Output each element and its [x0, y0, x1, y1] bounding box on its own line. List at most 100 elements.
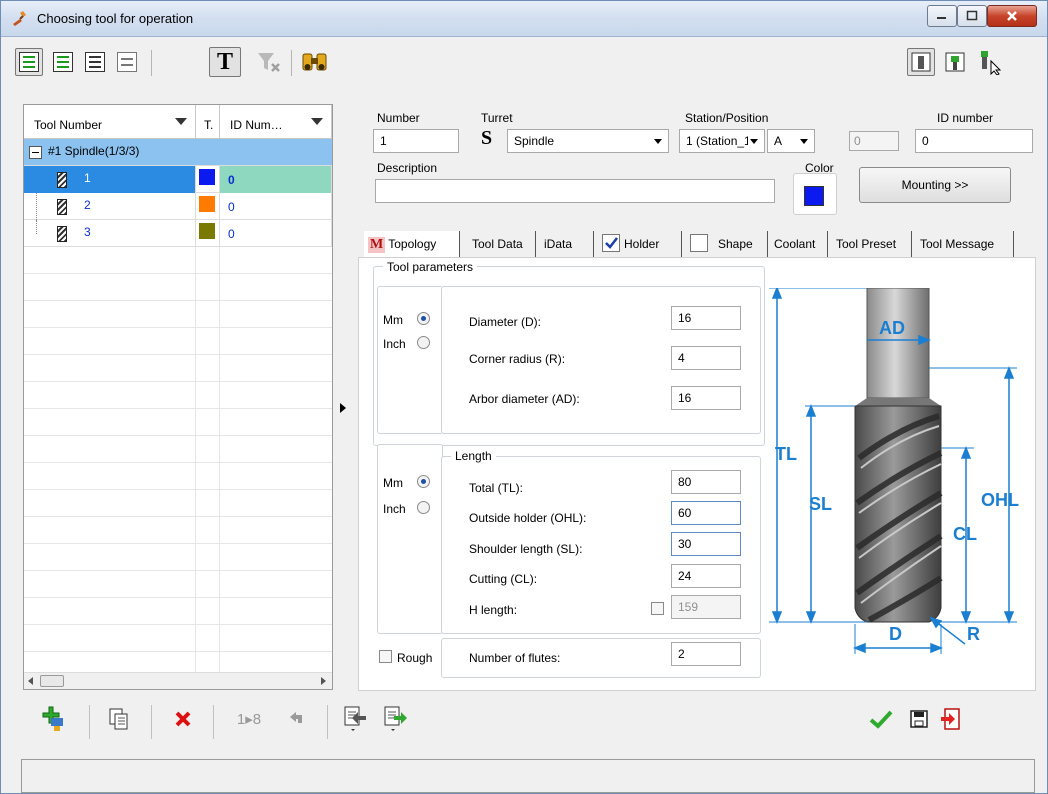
- grid-empty-area: [24, 247, 332, 672]
- end-mill-icon: [57, 226, 67, 242]
- arbor-diameter-field[interactable]: 16: [671, 386, 741, 410]
- color-picker[interactable]: [793, 173, 837, 215]
- tab-tool-preset[interactable]: Tool Preset: [832, 231, 912, 257]
- cutting-length-field[interactable]: 24: [671, 564, 741, 588]
- tab-tool-message[interactable]: Tool Message: [916, 231, 1014, 257]
- scroll-right-icon[interactable]: [321, 677, 326, 685]
- tool-mm-radio[interactable]: [417, 312, 430, 325]
- view-list-button[interactable]: [81, 48, 109, 76]
- tab-holder[interactable]: Holder: [598, 231, 682, 257]
- flutes-field[interactable]: 2: [671, 642, 741, 666]
- end-mill-diagram: AD TL SL OHL CL D R: [769, 288, 1019, 654]
- tool-row[interactable]: 1 0: [24, 166, 332, 193]
- exit-button[interactable]: [937, 705, 965, 733]
- maximize-button[interactable]: [957, 5, 987, 27]
- mounting-button[interactable]: Mounting >>: [859, 167, 1011, 203]
- shoulder-length-field[interactable]: 30: [671, 532, 741, 556]
- total-length-field[interactable]: 80: [671, 470, 741, 494]
- scroll-left-icon[interactable]: [28, 677, 33, 685]
- tab-label: Tool Message: [920, 237, 995, 251]
- tool-holder-button[interactable]: [941, 48, 969, 76]
- splitter-arrow-icon[interactable]: [340, 403, 346, 413]
- column-label: T.: [204, 118, 214, 132]
- turret-select[interactable]: Spindle: [507, 129, 669, 153]
- toolbar-separator: [213, 705, 214, 739]
- h-length-checkbox[interactable]: [651, 602, 664, 615]
- tab-topology[interactable]: M Topology: [364, 231, 460, 257]
- sort-icon: [311, 118, 323, 125]
- add-tool-button[interactable]: [39, 705, 67, 733]
- shape-checkbox[interactable]: [690, 233, 708, 252]
- end-mill-icon: [57, 172, 67, 188]
- position-select[interactable]: A: [767, 129, 815, 153]
- column-tool-number[interactable]: Tool Number: [24, 105, 196, 139]
- description-field[interactable]: [375, 179, 775, 203]
- save-button[interactable]: [905, 705, 933, 733]
- pick-tool-button[interactable]: [977, 48, 1005, 76]
- undo-button[interactable]: [283, 705, 311, 733]
- tab-label: Coolant: [774, 237, 816, 251]
- number-field[interactable]: 1: [373, 129, 459, 153]
- scroll-thumb[interactable]: [40, 675, 64, 687]
- color-swatch: [804, 186, 824, 206]
- copy-tool-button[interactable]: [105, 705, 133, 733]
- column-type[interactable]: T.: [196, 105, 220, 139]
- minimize-button[interactable]: [927, 5, 957, 27]
- rough-checkbox[interactable]: [379, 650, 392, 663]
- diameter-value: 16: [678, 311, 692, 325]
- toolbar-separator: [89, 705, 90, 739]
- tab-idata[interactable]: iData: [540, 231, 594, 257]
- tab-coolant[interactable]: Coolant: [770, 231, 828, 257]
- length-inch-radio[interactable]: [417, 501, 430, 514]
- delete-tool-button[interactable]: [169, 705, 197, 733]
- topology-panel: Tool parameters Mm Inch Diameter (D): 16…: [358, 257, 1036, 691]
- diameter-field[interactable]: 16: [671, 306, 741, 330]
- exit-icon: [941, 708, 960, 730]
- cutting-length-label: Cutting (CL):: [469, 572, 538, 586]
- maximize-icon: [966, 10, 978, 21]
- dropdown-arrow-icon: [654, 139, 662, 144]
- view-details-button[interactable]: [15, 48, 43, 76]
- description-label: Description: [377, 161, 438, 175]
- ok-button[interactable]: [867, 705, 895, 733]
- renumber-button[interactable]: 1▸8: [227, 705, 271, 733]
- tool-inch-radio[interactable]: [417, 336, 430, 349]
- length-mm-radio[interactable]: [417, 475, 430, 488]
- cutting-length-value: 24: [678, 569, 692, 583]
- id-number-field[interactable]: 0: [915, 129, 1033, 153]
- outside-holder-label: Outside holder (OHL):: [469, 511, 587, 525]
- tool-tree-grid[interactable]: Tool Number T. ID Num… #1 Spindle(1/3/3)…: [23, 104, 333, 690]
- export-button[interactable]: [381, 705, 409, 733]
- import-button[interactable]: [341, 705, 369, 733]
- text-icon: T: [216, 48, 233, 75]
- tool-parameters-title: Tool parameters: [383, 260, 478, 274]
- corner-radius-field[interactable]: 4: [671, 346, 741, 370]
- dropdown-arrow-icon: [750, 139, 758, 144]
- station-select[interactable]: 1 (Station_1): [679, 129, 765, 153]
- tool-row[interactable]: 3 0: [24, 220, 332, 247]
- outside-holder-field[interactable]: 60: [671, 501, 741, 525]
- spindle-group-row[interactable]: #1 Spindle(1/3/3): [24, 139, 332, 166]
- horizontal-scrollbar[interactable]: [24, 672, 332, 689]
- add-tool-icon: [42, 706, 63, 731]
- close-button[interactable]: [987, 5, 1037, 27]
- tl-label: TL: [775, 444, 797, 464]
- view-compact-button[interactable]: [113, 48, 141, 76]
- tool-row[interactable]: 2 0: [24, 193, 332, 220]
- tab-shape[interactable]: Shape: [686, 231, 768, 257]
- tool-info-button[interactable]: [907, 48, 935, 76]
- tool-info-icon: [911, 52, 931, 72]
- toolbar-separator: [151, 705, 152, 739]
- view-green-list-button[interactable]: [49, 48, 77, 76]
- tab-tool-data[interactable]: Tool Data: [468, 231, 536, 257]
- length-title: Length: [451, 449, 496, 463]
- find-button[interactable]: [301, 48, 329, 76]
- clear-filter-button[interactable]: [255, 48, 283, 76]
- list-view-icon: [53, 52, 73, 72]
- collapse-icon[interactable]: [29, 146, 42, 159]
- text-filter-button[interactable]: T: [209, 47, 241, 77]
- app-icon: [13, 11, 26, 26]
- column-id-number[interactable]: ID Num…: [220, 105, 332, 139]
- holder-checkbox[interactable]: [602, 233, 620, 252]
- close-icon: [1007, 11, 1017, 21]
